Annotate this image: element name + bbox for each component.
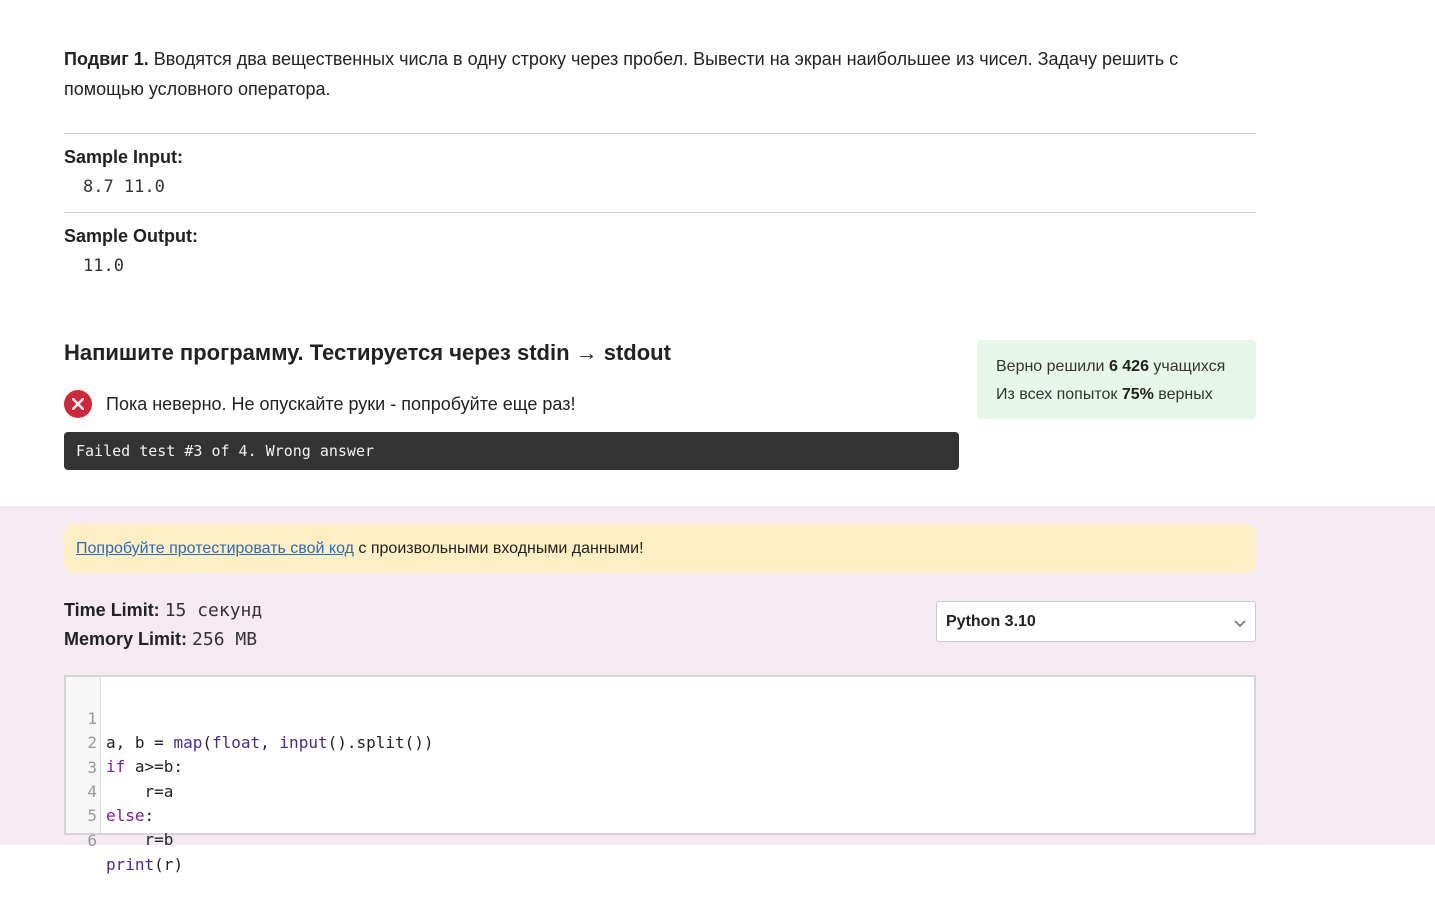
attempts-stat: Из всех попыток 75% верных: [996, 386, 1213, 403]
memory-limit: Memory Limit: 256 MB: [64, 629, 258, 650]
code-editor[interactable]: 1 a, b = map(float, input().split()) 2 i…: [64, 675, 1256, 874]
problem-statement: Подвиг 1. Вводятся два вещественных числ…: [64, 44, 1256, 104]
problem-text: Вводятся два вещественных числа в одну с…: [64, 49, 1179, 99]
code-line[interactable]: 2 if a>=b:: [66, 707, 183, 776]
time-limit: Time Limit: 15 секунд: [64, 600, 263, 621]
memory-limit-value: 256 MB: [192, 629, 258, 650]
language-select-value: Python 3.10: [946, 613, 1036, 630]
problem-title: Подвиг 1.: [64, 49, 149, 69]
sample-input-label: Sample Input:: [64, 147, 184, 167]
hint-text: с произвольными входными данными!: [353, 540, 644, 557]
result-row: Пока неверно. Не опускайте руки - попроб…: [64, 390, 575, 418]
code-line[interactable]: 1 a, b = map(float, input().split()): [66, 683, 433, 752]
divider: [64, 212, 1256, 213]
language-select[interactable]: Python 3.10: [936, 601, 1256, 642]
stats-panel: Верно решили 6 426 учащихся Из всех попы…: [977, 340, 1256, 419]
hint-banner: Попробуйте протестировать свой код с про…: [64, 524, 1256, 573]
sample-input-value: 8.7 11.0: [83, 177, 165, 197]
test-code-link[interactable]: Попробуйте протестировать свой код: [76, 540, 354, 557]
code-line[interactable]: 6 print(r): [66, 805, 183, 874]
divider: [64, 133, 1256, 134]
code-line[interactable]: 4 else:: [66, 756, 154, 825]
result-message: Пока неверно. Не опускайте руки - попроб…: [106, 393, 576, 414]
chevron-down-icon: [1234, 620, 1246, 628]
solved-count: 6 426: [1108, 358, 1149, 375]
sample-output-label: Sample Output:: [64, 226, 198, 246]
code-line[interactable]: 3 r=a: [66, 732, 173, 801]
time-limit-value: 15 секунд: [164, 600, 263, 621]
program-heading: Напишите программу. Тестируется через st…: [64, 340, 671, 365]
test-console-output: Failed test #3 of 4. Wrong answer: [64, 432, 959, 470]
solved-stat: Верно решили 6 426 учащихся: [996, 358, 1226, 375]
error-cross-icon: [64, 390, 92, 418]
attempts-percent: 75%: [1121, 386, 1154, 403]
sample-output-value: 11.0: [83, 256, 124, 276]
line-number: 6: [87, 831, 97, 850]
code-line[interactable]: 5 r=b: [66, 780, 173, 849]
